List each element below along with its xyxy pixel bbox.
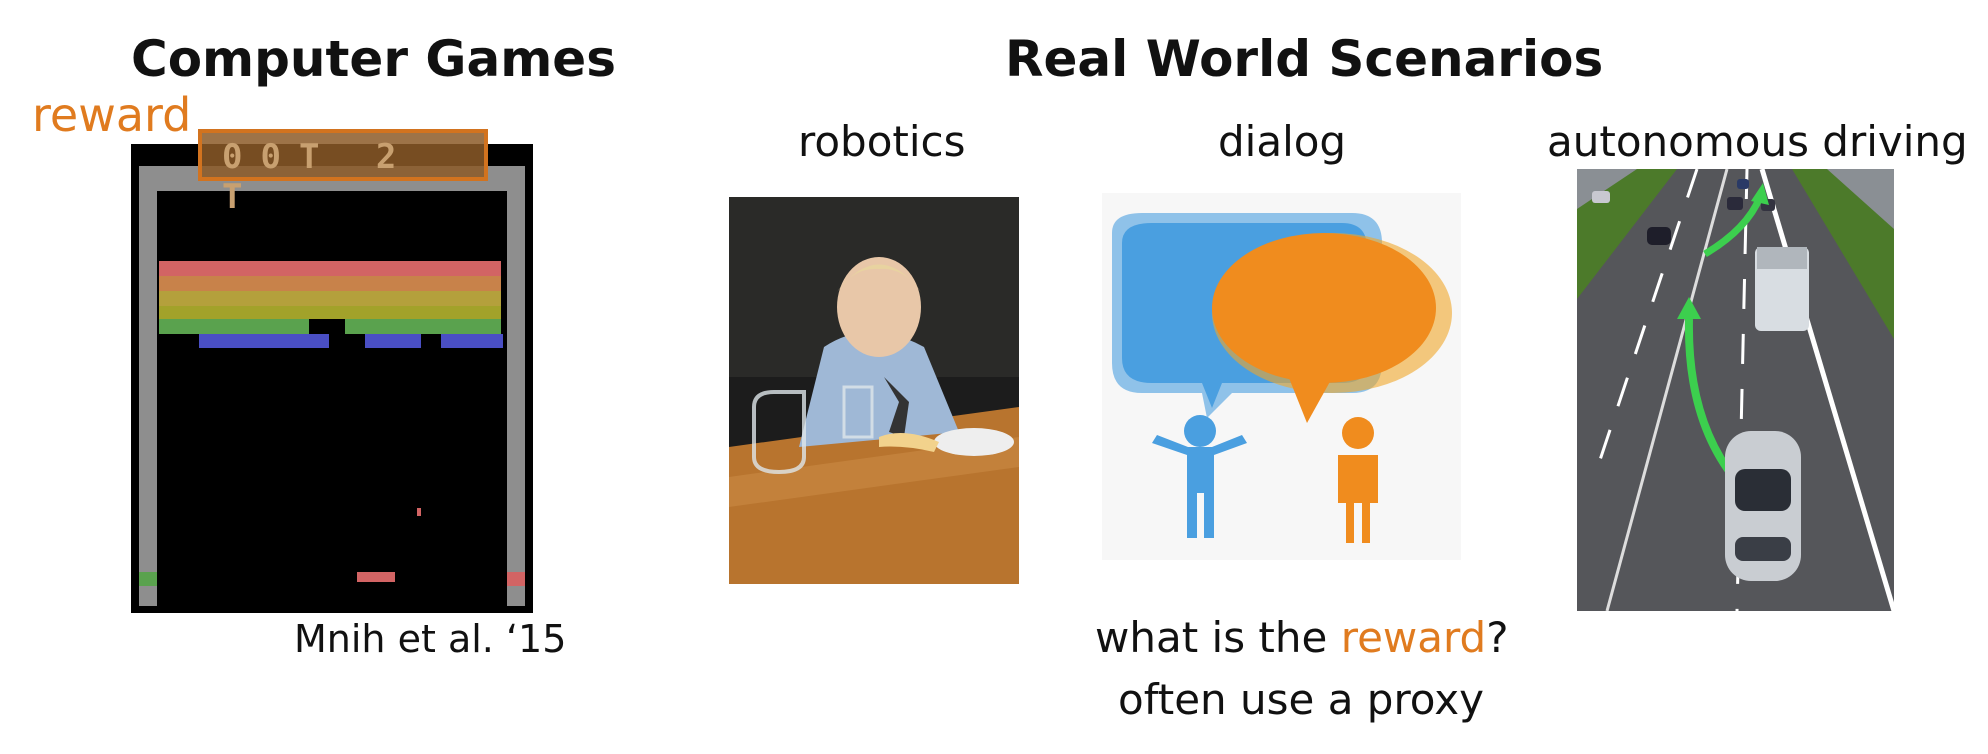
paddle — [357, 572, 395, 582]
reward-question: what is the reward? — [1095, 613, 1508, 662]
dialog-label: dialog — [1218, 117, 1347, 166]
question-reward: reward — [1340, 613, 1487, 662]
question-suffix: ? — [1486, 613, 1509, 662]
ball — [417, 508, 421, 516]
reward-highlight-box: 00T 2 T — [198, 129, 488, 217]
question-prefix: what is the — [1095, 613, 1341, 662]
real-world-heading: Real World Scenarios — [1005, 30, 1604, 88]
computer-games-heading: Computer Games — [131, 30, 616, 88]
highway-car-photo — [1577, 169, 1894, 611]
child-at-table-photo — [729, 197, 1019, 584]
speech-bubbles-icon — [1102, 193, 1461, 560]
citation: Mnih et al. ‘15 — [294, 617, 567, 661]
proxy-note: often use a proxy — [1118, 675, 1484, 724]
robotics-label: robotics — [798, 117, 966, 166]
score-display: 00T 2 T — [222, 137, 415, 217]
autonomous-driving-label: autonomous driving — [1547, 117, 1968, 166]
reward-label: reward — [32, 88, 192, 142]
